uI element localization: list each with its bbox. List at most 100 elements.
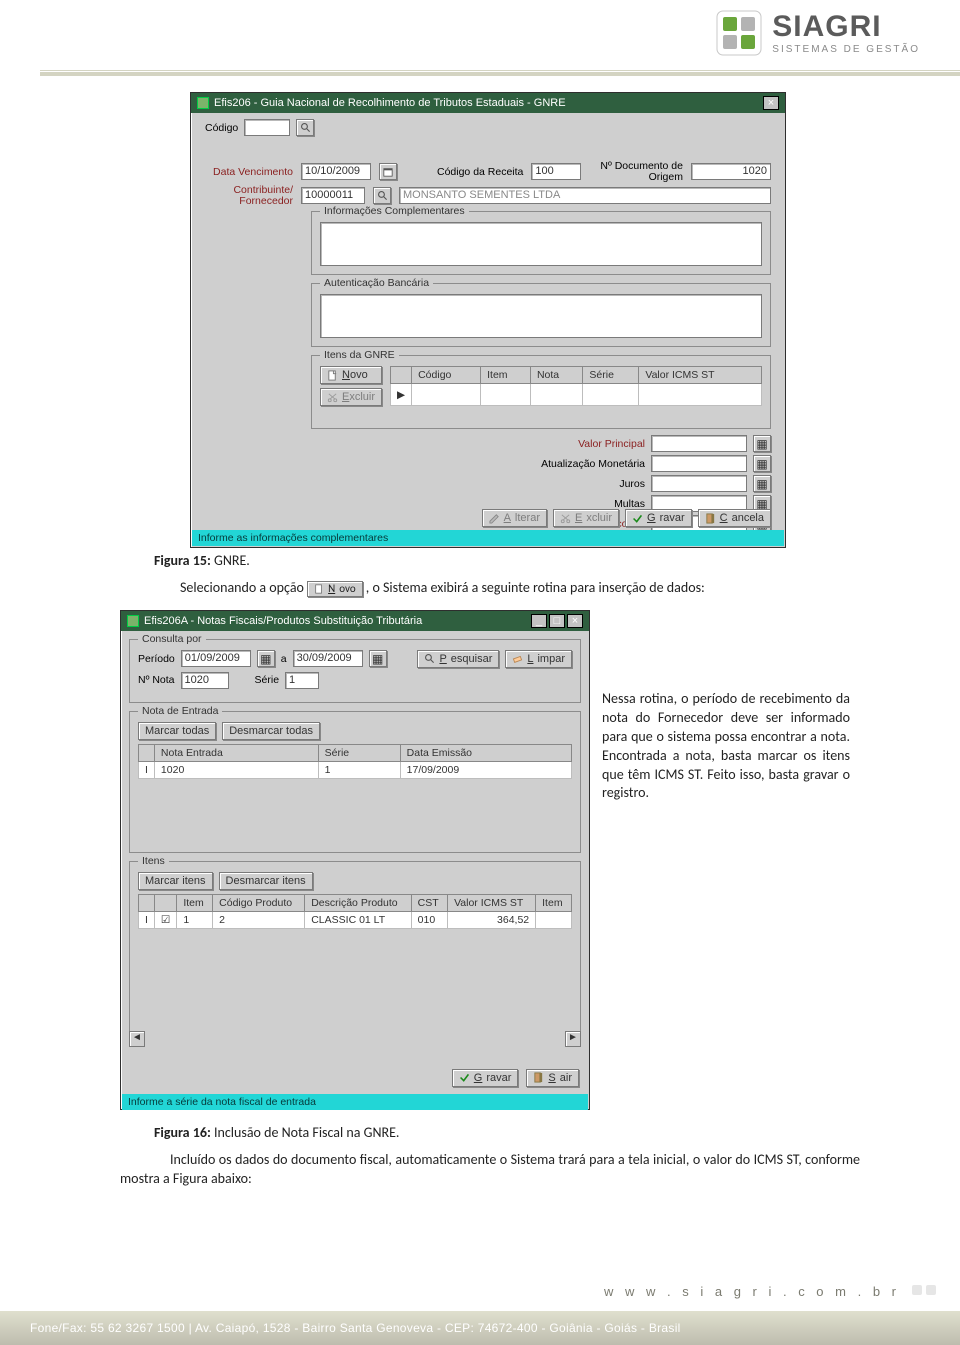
col-valoricms: Valor ICMS ST	[639, 367, 762, 384]
gravar-button[interactable]: GGravarravar	[625, 509, 692, 527]
grid-itens-gnre[interactable]: Código Item Nota Série Valor ICMS ST ▶	[390, 366, 762, 406]
footer-bar: Fone/Fax: 55 62 3267 1500 | Av. Caiapó, …	[0, 1311, 960, 1345]
close-icon[interactable]: ×	[567, 614, 583, 628]
input-serie[interactable]: 1	[285, 672, 319, 689]
footer-url: w w w . s i a g r i . c o m . b r	[604, 1284, 900, 1299]
label-a: a	[281, 653, 287, 665]
explain-paragraph: Nessa rotina, o período de recebimento d…	[602, 690, 850, 803]
grid-nota-entrada[interactable]: Nota Entrada Série Data Emissão I 1020 1…	[138, 744, 572, 779]
novo-button[interactable]: NNovoovo	[320, 366, 382, 384]
label-cod-receita: Código da Receita	[437, 166, 523, 178]
caption-figura-15: Figura 15: GNRE.	[154, 552, 860, 569]
label-num-doc-l2: Origem	[649, 171, 683, 183]
col-desc-produto: Descrição Produto	[305, 894, 411, 911]
input-nnota[interactable]: 1020	[181, 672, 229, 689]
search-icon	[424, 653, 435, 664]
status-bar-win1: Informe as informações complementares	[192, 530, 784, 546]
legend-itens-gnre: Itens da GNRE	[320, 349, 399, 361]
calc-icon[interactable]: ▦	[753, 435, 771, 452]
legend-consulta: Consulta por	[138, 633, 206, 645]
excluir-item-button[interactable]: EExcluirxcluir	[320, 388, 382, 406]
calendar-icon[interactable]	[379, 163, 397, 180]
groupbox-consulta: Consulta por Período 01/09/2009 ▦ a 30/0…	[129, 639, 581, 703]
label-atualizacao: Atualização Monetária	[505, 458, 645, 470]
lookup-contrib-icon[interactable]	[373, 187, 391, 204]
window-title-2: Efis206A - Notas Fiscais/Produtos Substi…	[144, 615, 422, 627]
input-atualizacao[interactable]	[651, 455, 747, 472]
table-row[interactable]: I ☑ 1 2 CLASSIC 01 LT 010 364,52	[139, 911, 572, 928]
maximize-icon[interactable]: □	[549, 614, 565, 628]
col-cod-produto: Código Produto	[213, 894, 305, 911]
label-juros: Juros	[505, 478, 645, 490]
footer-contact: Fone/Fax: 55 62 3267 1500 | Av. Caiapó, …	[30, 1321, 681, 1335]
desmarcar-todas-button[interactable]: Desmarcar todas	[222, 722, 320, 740]
input-contrib-name[interactable]: MONSANTO SEMENTES LTDA	[399, 187, 771, 204]
input-data-vencimento[interactable]: 10/10/2009	[301, 163, 371, 180]
legend-info: Informações Complementares	[320, 205, 469, 217]
label-multas: Multas	[505, 498, 645, 510]
table-row[interactable]: ▶	[391, 384, 762, 406]
input-cod-receita[interactable]: 100	[531, 163, 581, 180]
close-icon[interactable]: ×	[763, 96, 779, 110]
grid-itens[interactable]: Item Código Produto Descrição Produto CS…	[138, 894, 572, 929]
pencil-icon	[489, 513, 500, 524]
input-juros[interactable]	[651, 475, 747, 492]
cancela-button[interactable]: CCancelaancela	[698, 509, 771, 527]
input-codigo[interactable]	[244, 119, 290, 136]
sair-button[interactable]: SairSair	[526, 1069, 579, 1087]
label-valor-principal: Valor Principal	[505, 438, 645, 450]
desmarcar-itens-button[interactable]: Desmarcar itens	[219, 872, 313, 890]
groupbox-autenticacao: Autenticação Bancária	[311, 283, 771, 347]
table-row[interactable]: I 1020 1 17/09/2009	[139, 761, 572, 778]
input-contrib-code[interactable]: 10000011	[301, 187, 365, 204]
final-paragraph: Incluído os dados do documento fiscal, a…	[120, 1151, 860, 1189]
window-title: Efis206 - Guia Nacional de Recolhimento …	[214, 97, 566, 109]
document-icon	[314, 584, 324, 594]
col-nota: Nota	[530, 367, 582, 384]
window-efis206: Efis206 - Guia Nacional de Recolhimento …	[190, 92, 786, 548]
groupbox-nota-entrada: Nota de Entrada Marcar todas Desmarcar t…	[129, 711, 581, 853]
novo-inline-button: NovoNovo	[307, 581, 363, 597]
check-icon	[632, 513, 643, 524]
limpar-button[interactable]: LimparLimpar	[505, 650, 572, 668]
door-icon	[533, 1072, 544, 1083]
marcar-todas-button[interactable]: Marcar todas	[138, 722, 216, 740]
input-periodo-to[interactable]: 30/09/2009	[293, 650, 363, 667]
label-serie: Série	[255, 674, 280, 686]
search-codigo-icon[interactable]	[296, 119, 314, 136]
col-item3: Item	[536, 894, 572, 911]
col-serie: Série	[583, 367, 639, 384]
input-num-doc[interactable]: 1020	[691, 163, 771, 180]
scroll-right-icon[interactable]: ►	[565, 1031, 581, 1047]
col-nota-entrada: Nota Entrada	[154, 744, 318, 761]
input-valor-principal[interactable]	[651, 435, 747, 452]
check-icon	[459, 1072, 470, 1083]
titlebar-efis206a: Efis206A - Notas Fiscais/Produtos Substi…	[121, 611, 589, 631]
status-bar-win2: Informe a série da nota fiscal de entrad…	[122, 1094, 588, 1110]
door-icon	[705, 513, 716, 524]
pesquisar-button[interactable]: PesquisarPesquisar	[417, 650, 499, 668]
brand-main: SIAGRI	[772, 12, 881, 42]
legend-itens: Itens	[138, 855, 169, 867]
legend-entrada: Nota de Entrada	[138, 705, 222, 717]
textarea-autenticacao[interactable]	[320, 294, 762, 338]
marcar-itens-button[interactable]: Marcar itens	[138, 872, 213, 890]
scissors-icon	[327, 392, 338, 403]
scroll-left-icon[interactable]: ◄	[129, 1031, 145, 1047]
col-codigo: Código	[412, 367, 481, 384]
brand-subtitle: SISTEMAS DE GESTÃO	[772, 45, 920, 55]
excluir-button[interactable]: EExcluirxcluir	[553, 509, 619, 527]
calc-icon[interactable]: ▦	[753, 475, 771, 492]
gravar-button-2[interactable]: GravarGravar	[452, 1069, 519, 1087]
horizontal-scrollbar[interactable]: ◄ ►	[129, 1031, 581, 1047]
calendar-icon[interactable]: ▦	[257, 650, 275, 667]
input-periodo-from[interactable]: 01/09/2009	[181, 650, 251, 667]
alterar-button[interactable]: AAlterarlterar	[482, 509, 547, 527]
textarea-info-complementares[interactable]	[320, 222, 762, 266]
scissors-icon	[560, 513, 571, 524]
col-cst: CST	[411, 894, 447, 911]
calendar-icon[interactable]: ▦	[369, 650, 387, 667]
legend-auth: Autenticação Bancária	[320, 277, 433, 289]
calc-icon[interactable]: ▦	[753, 455, 771, 472]
minimize-icon[interactable]: _	[531, 614, 547, 628]
